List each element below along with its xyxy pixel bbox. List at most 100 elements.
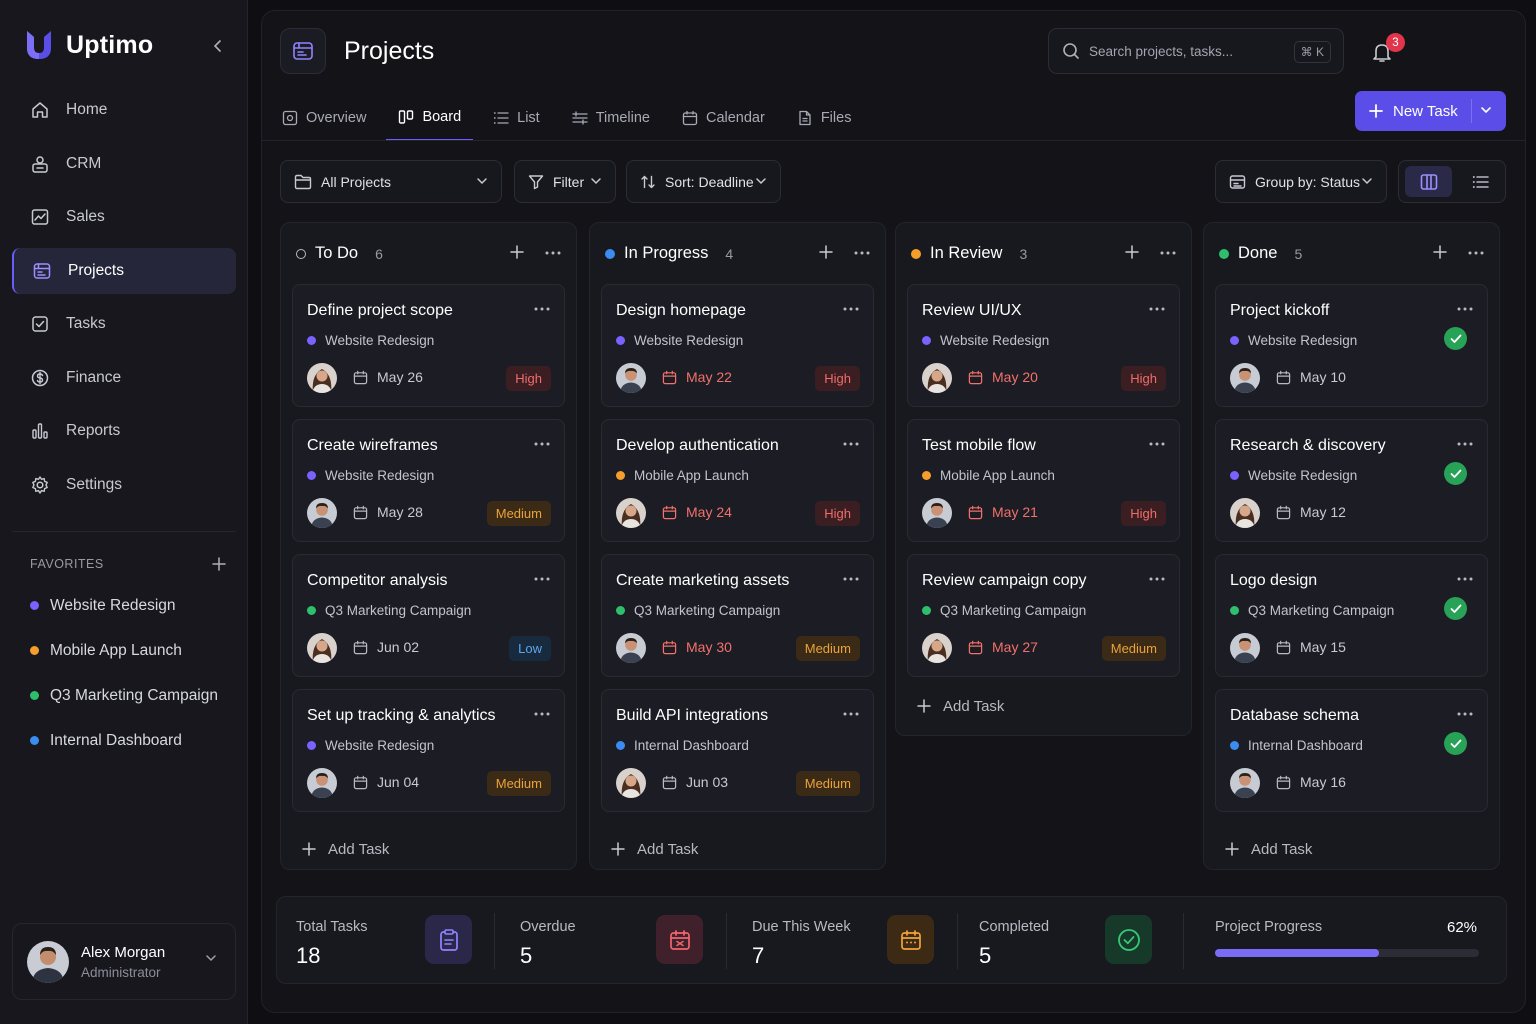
assignee-avatar[interactable] (922, 498, 952, 528)
new-task-button[interactable]: New Task (1355, 91, 1506, 131)
task-card[interactable]: Logo design Q3 Marketing Campaign May 15 (1215, 554, 1488, 677)
card-more-icon[interactable] (843, 442, 859, 446)
assignee-avatar[interactable] (1230, 768, 1260, 798)
card-more-icon[interactable] (843, 577, 859, 581)
column-more-icon[interactable] (545, 251, 561, 255)
assignee-avatar[interactable] (307, 363, 337, 393)
sidebar-item-reports[interactable]: Reports (12, 408, 236, 454)
group-by-dropdown[interactable]: Group by: Status (1215, 160, 1387, 203)
favorite-item[interactable]: Q3 Marketing Campaign (30, 673, 230, 718)
favorite-item[interactable]: Website Redesign (30, 583, 230, 628)
task-date-text: May 22 (686, 369, 732, 385)
tab-calendar[interactable]: Calendar (670, 95, 777, 141)
card-more-icon[interactable] (534, 577, 550, 581)
card-more-icon[interactable] (1457, 577, 1473, 581)
board-view-button[interactable] (1405, 166, 1452, 197)
task-card[interactable]: Design homepage Website Redesign May 22 Hig… (601, 284, 874, 407)
user-profile[interactable]: Alex Morgan Administrator (12, 923, 236, 1000)
card-more-icon[interactable] (1457, 307, 1473, 311)
assignee-avatar[interactable] (307, 768, 337, 798)
sidebar-item-crm[interactable]: CRM (12, 141, 236, 187)
tab-list[interactable]: List (481, 95, 552, 141)
task-card[interactable]: Database schema Internal Dashboard May 16 (1215, 689, 1488, 812)
project-progress-value: 62% (1447, 919, 1478, 936)
add-card-plus-icon[interactable] (510, 245, 524, 259)
card-more-icon[interactable] (1457, 712, 1473, 716)
task-card[interactable]: Project kickoff Website Redesign May 10 (1215, 284, 1488, 407)
sidebar-item-tasks[interactable]: Tasks (12, 301, 236, 347)
tab-files[interactable]: Files (785, 95, 864, 141)
tab-board[interactable]: Board (386, 95, 474, 141)
chevron-down-icon[interactable] (1479, 103, 1493, 117)
add-task-button[interactable]: Add Task (281, 824, 576, 874)
add-card-plus-icon[interactable] (819, 245, 833, 259)
column-more-icon[interactable] (1160, 251, 1176, 255)
add-task-button[interactable]: Add Task (1204, 824, 1499, 874)
sidebar-item-finance[interactable]: Finance (12, 355, 236, 401)
add-task-button[interactable]: Add Task (590, 824, 885, 874)
timeline-icon (572, 110, 588, 126)
card-more-icon[interactable] (534, 442, 550, 446)
task-card[interactable]: Create marketing assets Q3 Marketing Camp… (601, 554, 874, 677)
card-more-icon[interactable] (843, 712, 859, 716)
task-card[interactable]: Test mobile flow Mobile App Launch May 21 H… (907, 419, 1180, 542)
task-card[interactable]: Create wireframes Website Redesign May 28 M… (292, 419, 565, 542)
assignee-avatar[interactable] (1230, 498, 1260, 528)
assignee-avatar[interactable] (1230, 363, 1260, 393)
task-card[interactable]: Competitor analysis Q3 Marketing Campaign… (292, 554, 565, 677)
columns-icon (1420, 173, 1437, 190)
task-card[interactable]: Review UI/UX Website Redesign May 20 High (907, 284, 1180, 407)
card-more-icon[interactable] (843, 307, 859, 311)
card-more-icon[interactable] (534, 307, 550, 311)
sidebar-item-sales[interactable]: Sales (12, 194, 236, 240)
chevron-down-icon[interactable] (205, 954, 217, 962)
task-card[interactable]: Define project scope Website Redesign May … (292, 284, 565, 407)
add-card-plus-icon[interactable] (1125, 245, 1139, 259)
brand[interactable]: Uptimo (24, 28, 153, 62)
card-more-icon[interactable] (1149, 442, 1165, 446)
card-more-icon[interactable] (1149, 577, 1165, 581)
projects-header-icon-box (280, 28, 326, 74)
sidebar-item-projects[interactable]: Projects (12, 247, 236, 294)
completed-check-icon (1444, 327, 1467, 350)
card-more-icon[interactable] (534, 712, 550, 716)
task-card[interactable]: Research & discovery Website Redesign May … (1215, 419, 1488, 542)
card-more-icon[interactable] (1149, 307, 1165, 311)
sidebar-item-settings[interactable]: Settings (12, 462, 236, 508)
tab-timeline[interactable]: Timeline (560, 95, 662, 141)
add-card-plus-icon[interactable] (1433, 245, 1447, 259)
project-select-dropdown[interactable]: All Projects (280, 160, 502, 203)
view-mode-toggle (1398, 160, 1506, 203)
task-card[interactable]: Review campaign copy Q3 Marketing Campaig… (907, 554, 1180, 677)
add-task-button[interactable]: Add Task (896, 681, 1191, 731)
list-view-button[interactable] (1459, 166, 1501, 197)
column-more-icon[interactable] (854, 251, 870, 255)
assignee-avatar[interactable] (616, 768, 646, 798)
collapse-sidebar-button[interactable] (208, 36, 228, 56)
add-favorite-plus-icon[interactable] (212, 557, 226, 571)
task-project: Mobile App Launch (616, 468, 749, 483)
assignee-avatar[interactable] (922, 633, 952, 663)
favorites-list: Website Redesign Mobile App Launch Q3 Mark… (30, 583, 230, 763)
task-card[interactable]: Set up tracking & analytics Website Redes… (292, 689, 565, 812)
sidebar-item-home[interactable]: Home (12, 87, 236, 133)
task-card[interactable]: Develop authentication Mobile App Launch M… (601, 419, 874, 542)
favorite-item[interactable]: Internal Dashboard (30, 718, 230, 763)
card-more-icon[interactable] (1457, 442, 1473, 446)
search-input[interactable]: Search projects, tasks... ⌘ K (1048, 28, 1344, 74)
task-card[interactable]: Build API integrations Internal Dashboard… (601, 689, 874, 812)
sort-button[interactable]: Sort: Deadline (626, 160, 781, 203)
assignee-avatar[interactable] (616, 633, 646, 663)
column-more-icon[interactable] (1468, 251, 1484, 255)
filter-button[interactable]: Filter (514, 160, 616, 203)
tab-overview[interactable]: Overview (282, 95, 378, 141)
view-tabs: Overview Board List Timeline Calendar Files (282, 95, 871, 141)
assignee-avatar[interactable] (1230, 633, 1260, 663)
chevron-down-icon (1362, 178, 1372, 185)
assignee-avatar[interactable] (307, 633, 337, 663)
assignee-avatar[interactable] (307, 498, 337, 528)
assignee-avatar[interactable] (616, 363, 646, 393)
assignee-avatar[interactable] (922, 363, 952, 393)
assignee-avatar[interactable] (616, 498, 646, 528)
favorite-item[interactable]: Mobile App Launch (30, 628, 230, 673)
